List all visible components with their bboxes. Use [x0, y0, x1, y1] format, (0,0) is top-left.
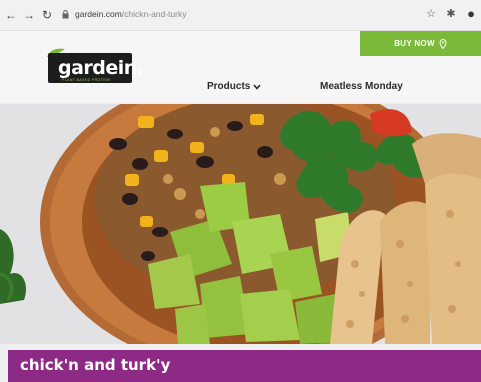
star-icon[interactable]: ☆ [424, 7, 438, 21]
profile-icon[interactable]: ● [464, 7, 478, 21]
location-pin-icon [439, 38, 447, 49]
logo-wordmark: gardein. [58, 57, 144, 79]
url-domain: gardein.com [75, 9, 122, 19]
puzzle-icon[interactable]: ✱ [444, 7, 458, 21]
lock-icon[interactable] [62, 10, 69, 19]
logo-badge: gardein. PLANT-BASED PROTEIN [48, 53, 144, 83]
page-title: chick'n and turk'y [20, 356, 171, 374]
back-arrow-icon[interactable]: ← [4, 8, 18, 22]
hero-image [0, 104, 481, 344]
buy-now-button[interactable]: BUY NOW [360, 31, 481, 56]
nav-meatless-label: Meatless Monday [320, 81, 403, 92]
gardein-logo[interactable]: gardein. PLANT-BASED PROTEIN [46, 48, 144, 88]
url-path: /chickn-and-turky [121, 9, 187, 19]
browser-window: ← → ↻ gardein.com/chickn-and-turky ☆ ✱ ●… [0, 0, 481, 382]
site-header: BUY NOW gardein. PLANT-BASED PROTEIN Pro… [0, 31, 481, 103]
nav-meatless-monday[interactable]: Meatless Monday [320, 81, 403, 92]
chevron-down-icon [253, 83, 261, 90]
address-bar[interactable]: gardein.com/chickn-and-turky [75, 9, 187, 19]
buy-now-label: BUY NOW [394, 39, 435, 48]
nav-products[interactable]: Products [207, 81, 261, 92]
category-title-banner: chick'n and turk'y [8, 350, 481, 382]
hero-food-illustration [0, 104, 481, 344]
browser-toolbar: ← → ↻ gardein.com/chickn-and-turky ☆ ✱ ● [0, 0, 481, 31]
reload-icon[interactable]: ↻ [40, 8, 54, 22]
forward-arrow-icon[interactable]: → [22, 8, 36, 22]
nav-products-label: Products [207, 81, 251, 92]
logo-tagline: PLANT-BASED PROTEIN [62, 78, 111, 82]
